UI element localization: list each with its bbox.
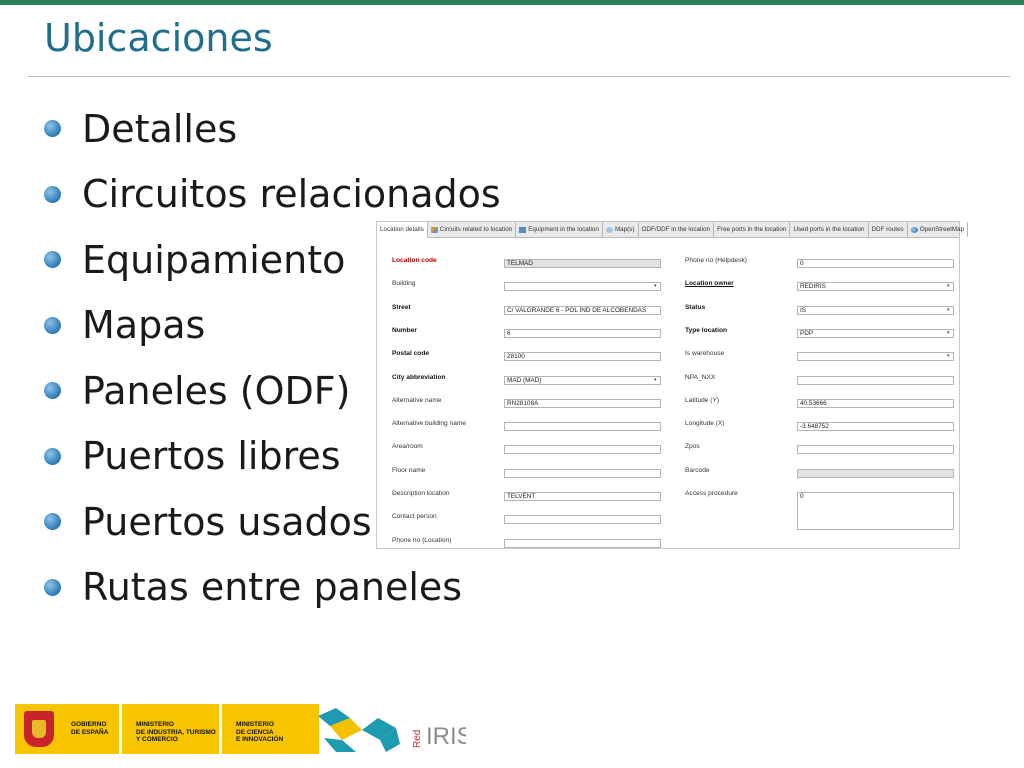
alternative-building-name-field[interactable]: [504, 422, 661, 432]
is-warehouse-select[interactable]: ▾: [797, 352, 954, 362]
bullet-item: Circuitos relacionados: [44, 162, 501, 228]
chevron-down-icon[interactable]: ▾: [654, 284, 659, 289]
tab-used-ports-in-the-location[interactable]: Used ports in the location: [790, 222, 869, 237]
street-label: Street: [392, 303, 411, 311]
alternative-name-field[interactable]: RN28108A: [504, 398, 661, 408]
floor-name-label: Floor name: [392, 466, 426, 474]
bullet-dot-icon: [44, 120, 61, 138]
iris-wordmark: IRIS: [426, 723, 466, 750]
city-abbreviation-label: City abbreviation: [392, 373, 446, 381]
bullet-item: Rutas entre paneles: [44, 555, 501, 621]
contact-person-field[interactable]: [504, 515, 661, 525]
barcode-field[interactable]: [797, 468, 954, 478]
tab-map-s[interactable]: Map(s): [603, 222, 639, 237]
area-room-label: Area/room: [392, 443, 423, 451]
tab-equipment-in-the-location[interactable]: Equipment in the location: [516, 222, 603, 237]
longitude-x-label: Longitude (X): [685, 420, 725, 428]
npa-nxx-label: NPA_NXX: [685, 373, 716, 381]
phone-no-location-label: Phone no (Location): [392, 536, 452, 544]
bullet-dot-icon: [44, 382, 61, 400]
postal-code-label: Postal code: [392, 350, 430, 358]
bullet-item: Detalles: [44, 96, 501, 162]
zpos-label: Zpos: [685, 443, 700, 451]
chevron-down-icon[interactable]: ▾: [947, 284, 952, 289]
npa-nxx-field[interactable]: [797, 375, 954, 385]
tab-ddf-routes[interactable]: DDF routes: [869, 222, 908, 237]
government-logos: GOBIERNO DE ESPAÑA MINISTERIO DE INDUSTR…: [15, 704, 319, 754]
link-icon: [430, 226, 438, 233]
chevron-down-icon[interactable]: ▾: [947, 330, 952, 336]
alternative-building-name-label: Alternative building name: [392, 420, 467, 428]
number-label: Number: [392, 326, 417, 334]
title-divider: [28, 76, 1010, 77]
location-code-label: Location code: [392, 257, 437, 264]
bullet-dot-icon: [44, 185, 61, 203]
status-label: Status: [685, 303, 706, 311]
access-procedure-field[interactable]: 0: [797, 492, 954, 530]
bullet-dot-icon: [44, 578, 61, 596]
coat-of-arms-icon: [24, 711, 54, 747]
barcode-label: Barcode: [685, 466, 710, 474]
tab-bar: Location details Circuits related to loca…: [377, 222, 969, 238]
globe-icon: [910, 226, 918, 233]
tab-circuits-related-to-location[interactable]: Circuits related to location: [428, 222, 517, 237]
ministerio-ciencia-text: MINISTERIO DE CIENCIA E INNOVACIÓN: [236, 721, 284, 743]
description-location-field[interactable]: TELVENT: [504, 492, 661, 501]
ministerio-ciencia-logo: MINISTERIO DE CIENCIA E INNOVACIÓN: [222, 704, 319, 754]
tab-odf-ddf-in-the-location[interactable]: ODF/DDF in the location: [639, 222, 715, 237]
gobierno-text: GOBIERNO DE ESPAÑA: [71, 721, 109, 736]
building-label: Building: [392, 280, 416, 288]
is-warehouse-label: Is warehouse: [685, 350, 725, 358]
rediris-emblem-icon: [318, 708, 400, 752]
location-owner-label: Location owner: [685, 280, 734, 288]
top-accent-rule: [0, 0, 1024, 5]
gobierno-espana-logo: GOBIERNO DE ESPAÑA: [15, 704, 119, 754]
location-owner-select[interactable]: REDIRIS ▾: [797, 282, 954, 292]
ministerio-industria-logo: MINISTERIO DE INDUSTRIA, TURISMO Y COMER…: [122, 704, 219, 754]
slide-title: Ubicaciones: [44, 16, 273, 60]
latitude-y-field[interactable]: 40.53666: [797, 398, 954, 408]
phone-no-helpdesk-label: Phone no (Helpdesk): [685, 257, 747, 264]
street-field[interactable]: C/ VALGRANDE 6 - POL IND DE ALCOBENDAS: [504, 305, 661, 315]
access-procedure-label: Access procedure: [685, 490, 738, 497]
description-location-label: Description location: [392, 490, 450, 497]
zpos-field[interactable]: [797, 445, 954, 455]
contact-person-label: Contact person: [392, 513, 437, 521]
bullet-dot-icon: [44, 513, 61, 531]
bullet-dot-icon: [44, 251, 61, 269]
longitude-x-field[interactable]: -3.648752: [797, 422, 954, 432]
chevron-down-icon[interactable]: ▾: [947, 307, 952, 313]
type-location-label: Type location: [685, 326, 728, 334]
alternative-name-label: Alternative name: [392, 396, 442, 404]
red-wordmark: Red: [412, 730, 423, 748]
number-field[interactable]: 6: [504, 328, 661, 338]
postal-code-field[interactable]: 28100: [504, 352, 661, 362]
tab-free-ports-in-the-location[interactable]: Free ports in the location: [714, 222, 791, 237]
equipment-icon: [519, 226, 527, 233]
bullet-dot-icon: [44, 316, 61, 334]
location-code-field[interactable]: TELMAD: [504, 259, 661, 268]
bullet-dot-icon: [44, 447, 61, 465]
city-abbreviation-select[interactable]: MAD (MAD) ▾: [504, 375, 661, 385]
area-room-field[interactable]: [504, 445, 661, 455]
location-details-screenshot: Location details Circuits related to loca…: [376, 221, 969, 549]
ministerio-industria-text: MINISTERIO DE INDUSTRIA, TURISMO Y COMER…: [136, 721, 216, 743]
tab-location-details[interactable]: Location details: [377, 222, 428, 238]
chevron-down-icon[interactable]: ▾: [947, 354, 952, 359]
phone-no-location-field[interactable]: [504, 538, 661, 548]
type-location-select[interactable]: PDP ▾: [797, 328, 954, 338]
building-select[interactable]: ▾: [504, 282, 661, 292]
floor-name-field[interactable]: [504, 468, 661, 478]
status-select[interactable]: IS ▾: [797, 305, 954, 315]
phone-no-helpdesk-field[interactable]: 0: [797, 259, 954, 268]
tab-openstreetmap[interactable]: OpenStreetMap: [908, 222, 969, 237]
latitude-y-label: Latitude (Y): [685, 396, 720, 404]
map-icon: [605, 226, 613, 233]
rediris-logo: Red IRIS: [318, 708, 466, 752]
chevron-down-icon[interactable]: ▾: [654, 377, 659, 383]
